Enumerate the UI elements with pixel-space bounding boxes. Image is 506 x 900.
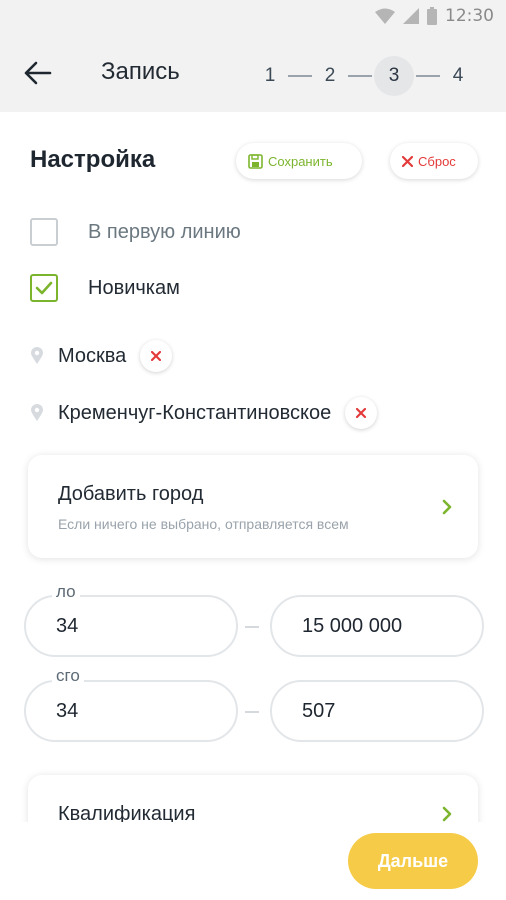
city-name: Кременчуг-Константиновское [58, 401, 332, 424]
step-4[interactable]: 4 [442, 56, 474, 96]
step-3-active[interactable]: 3 [374, 56, 414, 96]
close-icon [356, 408, 367, 418]
step-divider [348, 75, 372, 77]
reset-button[interactable]: Сброс [390, 143, 478, 179]
section-title: Настройка [30, 146, 156, 173]
range-from-value: 34 [56, 700, 79, 722]
signal-icon [403, 8, 419, 24]
step-2[interactable]: 2 [314, 56, 346, 96]
range-from-input[interactable]: 34 [24, 595, 238, 657]
add-city-title: Добавить город [58, 483, 204, 505]
save-button-label: Сохранить [268, 153, 333, 169]
checkbox-newcomers[interactable] [30, 274, 58, 302]
close-icon [402, 155, 413, 167]
battery-icon [427, 7, 437, 25]
stepper: 1 2 3 4 [254, 56, 474, 96]
option-newcomers-label: Новичкам [88, 276, 180, 299]
floppy-disk-icon [248, 153, 263, 169]
option-first-line-label: В первую линию [88, 220, 241, 243]
save-button[interactable]: Сохранить [236, 143, 362, 179]
location-pin-icon [31, 404, 43, 421]
arrow-left-icon[interactable] [22, 58, 56, 88]
option-first-line[interactable]: В первую линию [30, 218, 241, 246]
range-separator [245, 711, 259, 713]
remove-city-button[interactable] [140, 340, 173, 372]
range-to-value: 507 [302, 700, 336, 722]
city-item: Москва [30, 340, 173, 372]
add-city-hint: Если ничего не выбрано, отправляется все… [58, 516, 349, 532]
checkmark-icon [35, 281, 53, 295]
close-icon [151, 351, 162, 361]
range-label: сго [52, 666, 84, 686]
next-button[interactable]: Дальше [348, 833, 478, 889]
range-from-input[interactable]: 34 [24, 680, 238, 742]
chevron-right-icon [442, 806, 452, 822]
page-title: Запись [101, 58, 180, 85]
step-divider [288, 75, 312, 77]
remove-city-button[interactable] [345, 397, 378, 429]
range-separator [245, 626, 259, 628]
app-bar: Запись 1 2 3 4 [0, 34, 506, 112]
range-to-input[interactable]: 507 [270, 680, 484, 742]
chevron-right-icon [442, 499, 452, 515]
wifi-icon [375, 8, 395, 24]
range-label: ло [52, 582, 80, 602]
checkbox-first-line[interactable] [30, 218, 58, 246]
status-bar: 12:30 [0, 0, 506, 34]
city-item: Кременчуг-Константиновское [30, 397, 378, 429]
location-pin-icon [31, 347, 43, 364]
step-divider [416, 75, 440, 77]
reset-button-label: Сброс [418, 153, 456, 169]
add-city-card[interactable]: Добавить город Если ничего не выбрано, о… [28, 455, 478, 558]
range-from-value: 34 [56, 615, 79, 637]
range-to-input[interactable]: 15 000 000 [270, 595, 484, 657]
clock: 12:30 [445, 6, 494, 26]
step-1[interactable]: 1 [254, 56, 286, 96]
option-newcomers[interactable]: Новичкам [30, 274, 180, 302]
city-name: Москва [58, 344, 127, 367]
range-to-value: 15 000 000 [302, 615, 403, 637]
